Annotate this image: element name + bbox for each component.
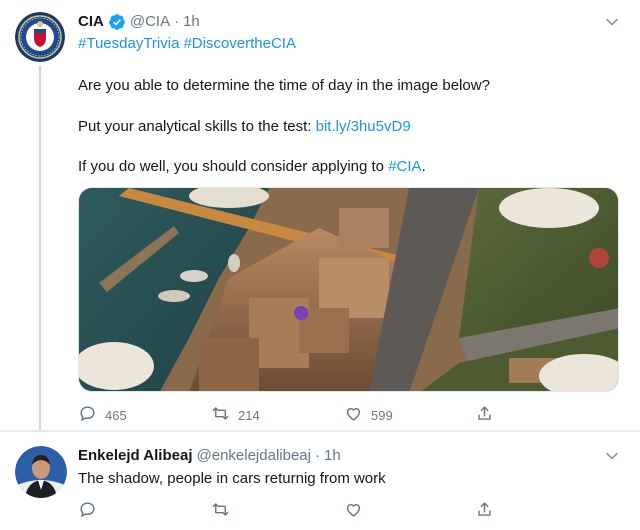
like-icon [344,404,363,426]
like-button[interactable] [344,500,363,522]
reply-icon [78,404,97,426]
retweet-icon [211,500,230,522]
tweet-text-line: Are you able to determine the time of da… [78,77,490,94]
reply-author-display-name[interactable]: Enkelejd Alibeaj [78,446,193,466]
thread-line [39,66,41,430]
tweet-text-segment: If you do well, you should consider appl… [78,158,389,175]
short-url-link[interactable]: bit.ly/3hu5vD9 [316,118,411,135]
tweet-hashtags: #TuesdayTrivia #DiscovertheCIA [78,34,300,54]
like-count: 599 [371,407,393,423]
tweet-media-image[interactable] [78,187,619,392]
reply-header: Enkelejd Alibeaj @enkelejdalibeaj · 1h [78,446,341,466]
retweet-count: 214 [238,407,260,423]
tweet-text-segment: Put your analytical skills to the test: [78,118,316,135]
separator-dot: · [314,447,320,464]
retweet-button[interactable]: 214 [211,404,260,426]
share-icon [475,404,494,426]
retweet-icon [211,404,230,426]
like-icon [344,500,363,522]
share-button[interactable] [475,500,494,522]
hashtag-link[interactable]: #DiscovertheCIA [183,35,296,52]
tweet-text-line: Put your analytical skills to the test: … [78,117,411,137]
tweet-header: CIA @CIA · 1h [78,12,200,32]
share-icon [475,500,494,522]
tweet-main[interactable]: CIA @CIA · 1h #TuesdayTrivia #Discoverthe… [0,0,640,430]
author-handle[interactable]: @CIA [130,12,170,32]
like-button[interactable]: 599 [344,404,393,426]
cia-avatar[interactable] [15,12,65,62]
reply-author-handle[interactable]: @enkelejdalibeaj [197,446,311,466]
verified-badge-icon [108,13,126,31]
hashtag-link[interactable]: #TuesdayTrivia [78,35,179,52]
reply-count: 465 [105,407,127,423]
tweet-text-line: If you do well, you should consider appl… [78,157,426,177]
share-button[interactable] [475,404,494,426]
tweet-text-segment: . [421,158,426,175]
reply-icon [78,500,97,522]
author-display-name[interactable]: CIA [78,12,104,32]
reply-timestamp[interactable]: 1h [324,446,341,466]
reply-button[interactable] [78,500,97,522]
reply-author-avatar[interactable] [15,446,67,498]
reply-text: The shadow, people in cars returnig from… [78,470,386,487]
caret-down-icon[interactable] [604,448,620,464]
tweet-timestamp[interactable]: 1h [183,12,200,32]
caret-down-icon[interactable] [604,14,620,30]
retweet-button[interactable] [211,500,230,522]
separator-dot: · [174,13,180,30]
reply-button[interactable]: 465 [78,404,127,426]
hashtag-link[interactable]: #CIA [388,158,421,175]
